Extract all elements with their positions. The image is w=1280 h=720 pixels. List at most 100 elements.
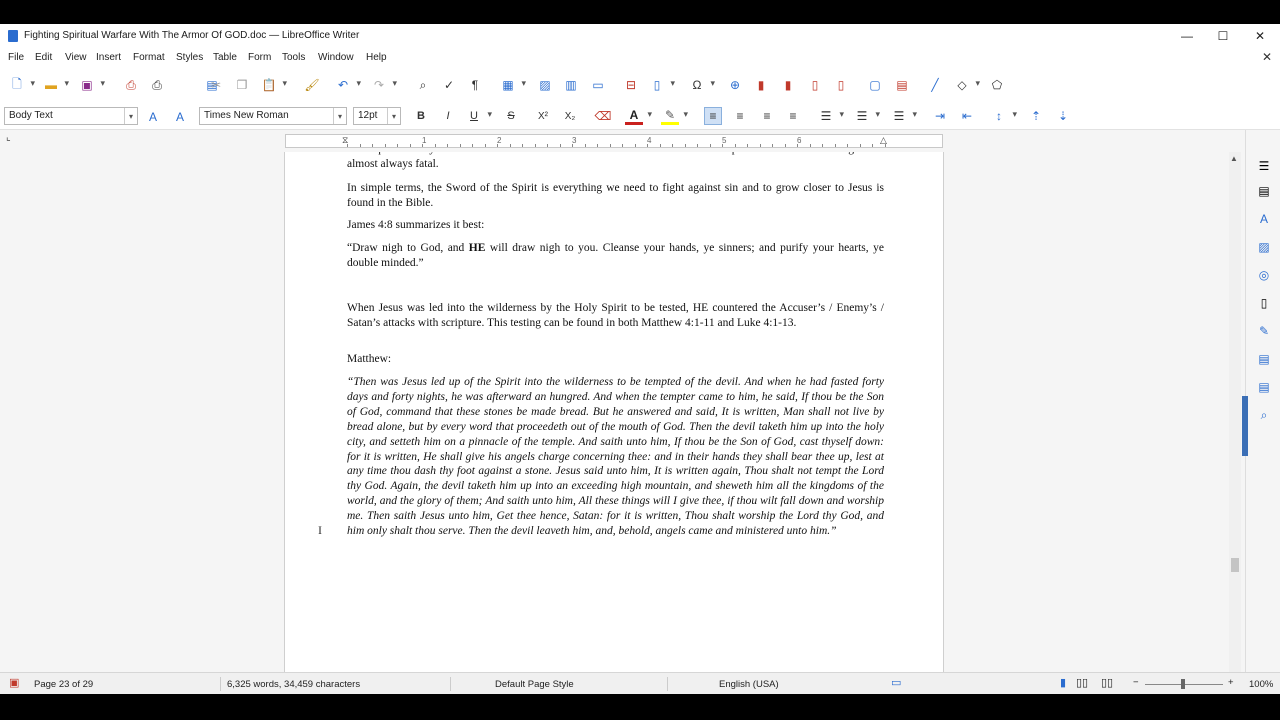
font-name-select[interactable]: Times New Roman ▾ <box>199 107 347 125</box>
insert-textbox-icon[interactable]: ▭ <box>589 76 607 94</box>
scrollbar-thumb[interactable] <box>1231 558 1239 572</box>
clear-formatting-icon[interactable]: ⌫ <box>594 107 612 125</box>
font-color-icon[interactable]: A <box>625 107 652 125</box>
paste-icon[interactable]: 📋 <box>260 76 287 94</box>
update-style-icon[interactable]: A <box>144 108 162 126</box>
insert-chart-icon[interactable]: ▥ <box>562 76 580 94</box>
strikethrough-button[interactable]: S <box>502 107 520 125</box>
ordered-list-icon[interactable]: ☰ <box>853 107 880 125</box>
open-folder-icon[interactable]: ▬ <box>42 76 69 94</box>
bookmark-icon[interactable]: ▯ <box>806 76 824 94</box>
spelling-icon[interactable]: ✓ <box>440 76 458 94</box>
horizontal-ruler[interactable]: ⧖ 1 2 3 4 5 6 △ <box>285 134 943 148</box>
new-style-icon[interactable]: A <box>171 108 189 126</box>
styles-icon[interactable]: A <box>1256 211 1272 227</box>
line-spacing-icon[interactable]: ↕ <box>990 107 1017 125</box>
font-size-select[interactable]: 12pt ▾ <box>353 107 401 125</box>
find-icon[interactable]: ⌕ <box>1256 407 1272 423</box>
increase-paragraph-spacing-icon[interactable]: ⇡ <box>1027 107 1045 125</box>
menu-window[interactable]: Window <box>318 52 354 63</box>
selection-mode-icon[interactable]: ▭ <box>891 676 901 689</box>
tab-stop-icon[interactable]: ⌞ <box>6 132 11 143</box>
page-icon[interactable]: ▯ <box>1256 295 1272 311</box>
multi-page-view-icon[interactable]: ▯▯ <box>1076 676 1088 689</box>
decrease-indent-icon[interactable]: ⇤ <box>958 107 976 125</box>
paragraph[interactable]: James 4:8 summarizes it best: <box>347 218 884 233</box>
insert-field-icon[interactable]: ▯ <box>648 76 675 94</box>
highlight-color-icon[interactable]: ✎ <box>661 107 688 125</box>
document-workspace[interactable]: techniques used by their enemies. The sw… <box>0 152 1232 672</box>
increase-indent-icon[interactable]: ⇥ <box>931 107 949 125</box>
menu-file[interactable]: File <box>8 52 24 63</box>
menu-view[interactable]: View <box>65 52 87 63</box>
vertical-scrollbar[interactable]: ▲ ▼ <box>1229 152 1241 690</box>
align-right-button[interactable]: ≡ <box>758 107 776 125</box>
paragraph-style-select[interactable]: Body Text ▾ <box>4 107 138 125</box>
chevron-down-icon[interactable]: ▾ <box>333 108 346 124</box>
minimize-button[interactable]: — <box>1169 24 1205 48</box>
save-icon[interactable]: ▣ <box>78 76 105 94</box>
paragraph[interactable]: Matthew: <box>347 352 884 367</box>
menu-help[interactable]: Help <box>366 52 387 63</box>
zoom-out-icon[interactable]: − <box>1133 677 1139 688</box>
decrease-paragraph-spacing-icon[interactable]: ⇣ <box>1054 107 1072 125</box>
manage-changes-icon[interactable]: ▤ <box>1256 351 1272 367</box>
special-character-icon[interactable]: Ω <box>688 76 716 94</box>
single-page-view-icon[interactable]: ▮ <box>1060 676 1066 689</box>
menu-tools[interactable]: Tools <box>282 52 305 63</box>
subscript-button[interactable]: X₂ <box>561 107 579 125</box>
draw-functions-icon[interactable]: ⬠ <box>988 76 1006 94</box>
superscript-button[interactable]: X² <box>534 107 552 125</box>
footnote-icon[interactable]: ▮ <box>752 76 770 94</box>
menu-styles[interactable]: Styles <box>176 52 203 63</box>
right-indent-marker-icon[interactable]: △ <box>880 135 887 146</box>
book-view-icon[interactable]: ▯▯ <box>1101 676 1113 689</box>
scripture-paragraph[interactable]: “Then was Jesus led up of the Spirit int… <box>347 375 884 539</box>
underline-button[interactable]: U <box>465 107 492 125</box>
insert-table-icon[interactable]: ▦ <box>499 76 526 94</box>
paragraph[interactable]: In simple terms, the Sword of the Spirit… <box>347 181 884 211</box>
insert-line-icon[interactable]: ╱ <box>926 76 944 94</box>
find-replace-icon[interactable]: ⌕ <box>414 76 432 94</box>
bold-button[interactable]: B <box>412 107 430 125</box>
style-inspector-icon[interactable]: ✎ <box>1256 323 1272 339</box>
copy-icon[interactable]: ❐ <box>233 76 251 94</box>
page-break-icon[interactable]: ⊟ <box>622 76 640 94</box>
cut-icon[interactable]: ✂ <box>207 76 225 94</box>
paragraph[interactable]: techniques used by their enemies. The sw… <box>347 152 884 172</box>
italic-button[interactable]: I <box>439 107 457 125</box>
maximize-button[interactable]: ☐ <box>1205 24 1241 48</box>
zoom-level[interactable]: 100% <box>1249 679 1273 690</box>
menu-table[interactable]: Table <box>213 52 237 63</box>
paragraph-quote[interactable]: “Draw nigh to God, and HE will draw nigh… <box>347 241 884 271</box>
language[interactable]: English (USA) <box>719 679 779 690</box>
page-count[interactable]: Page 23 of 29 <box>34 679 93 690</box>
chevron-down-icon[interactable]: ▾ <box>124 108 137 124</box>
insert-image-icon[interactable]: ▨ <box>536 76 554 94</box>
page-style[interactable]: Default Page Style <box>495 679 574 690</box>
design-icon[interactable]: ▤ <box>1256 379 1272 395</box>
justify-button[interactable]: ≡ <box>784 107 802 125</box>
outline-format-icon[interactable]: ☰ <box>890 107 917 125</box>
undo-icon[interactable]: ↶ <box>334 76 361 94</box>
hyperlink-icon[interactable]: ⊕ <box>726 76 744 94</box>
track-changes-icon[interactable]: ▤ <box>893 76 911 94</box>
scroll-up-icon[interactable]: ▲ <box>1230 154 1238 163</box>
basic-shapes-icon[interactable]: ◇ <box>953 76 980 94</box>
sidebar-collapse-handle[interactable] <box>1242 396 1248 456</box>
align-left-button[interactable]: ≡ <box>704 107 722 125</box>
menu-insert[interactable]: Insert <box>96 52 121 63</box>
properties-icon[interactable]: ▤ <box>1256 183 1272 199</box>
unordered-list-icon[interactable]: ☰ <box>817 107 844 125</box>
menu-edit[interactable]: Edit <box>35 52 52 63</box>
cross-reference-icon[interactable]: ▯ <box>832 76 850 94</box>
comment-icon[interactable]: ▢ <box>866 76 884 94</box>
close-document-icon[interactable]: ✕ <box>1262 50 1272 64</box>
clone-formatting-icon[interactable]: 🖌 <box>303 76 321 94</box>
align-center-button[interactable]: ≡ <box>731 107 749 125</box>
menu-form[interactable]: Form <box>248 52 271 63</box>
menu-format[interactable]: Format <box>133 52 165 63</box>
print-icon[interactable]: ⎙ <box>148 76 166 94</box>
sidebar-menu-icon[interactable]: ☰ <box>1256 158 1272 174</box>
formatting-marks-icon[interactable]: ¶ <box>466 76 484 94</box>
